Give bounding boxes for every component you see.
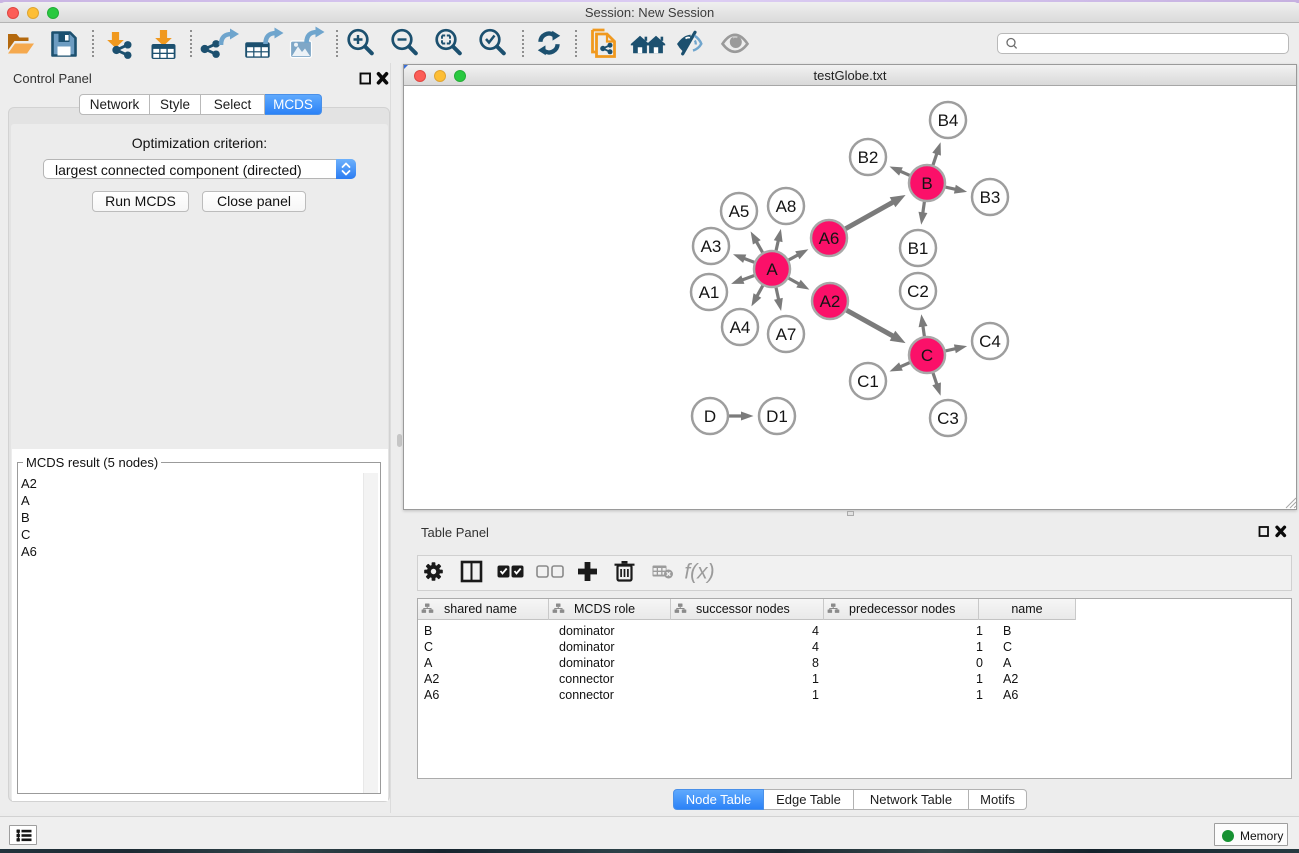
svg-text:A6: A6 bbox=[819, 229, 840, 248]
svg-text:C4: C4 bbox=[979, 332, 1001, 351]
svg-text:B2: B2 bbox=[858, 148, 879, 167]
svg-text:A4: A4 bbox=[730, 318, 751, 337]
svg-text:A5: A5 bbox=[729, 202, 750, 221]
svg-text:A8: A8 bbox=[776, 197, 797, 216]
svg-text:A2: A2 bbox=[820, 292, 841, 311]
svg-text:D1: D1 bbox=[766, 407, 788, 426]
svg-text:B3: B3 bbox=[980, 188, 1001, 207]
svg-text:A3: A3 bbox=[701, 237, 722, 256]
svg-text:C2: C2 bbox=[907, 282, 929, 301]
svg-text:B1: B1 bbox=[908, 239, 929, 258]
svg-text:A: A bbox=[766, 260, 778, 279]
svg-text:C: C bbox=[921, 346, 933, 365]
svg-text:D: D bbox=[704, 407, 716, 426]
svg-text:A1: A1 bbox=[699, 283, 720, 302]
svg-text:A7: A7 bbox=[776, 325, 797, 344]
svg-text:B4: B4 bbox=[938, 111, 959, 130]
svg-text:C1: C1 bbox=[857, 372, 879, 391]
svg-text:f(x): f(x) bbox=[684, 561, 714, 584]
svg-text:C3: C3 bbox=[937, 409, 959, 428]
svg-text:B: B bbox=[921, 174, 932, 193]
